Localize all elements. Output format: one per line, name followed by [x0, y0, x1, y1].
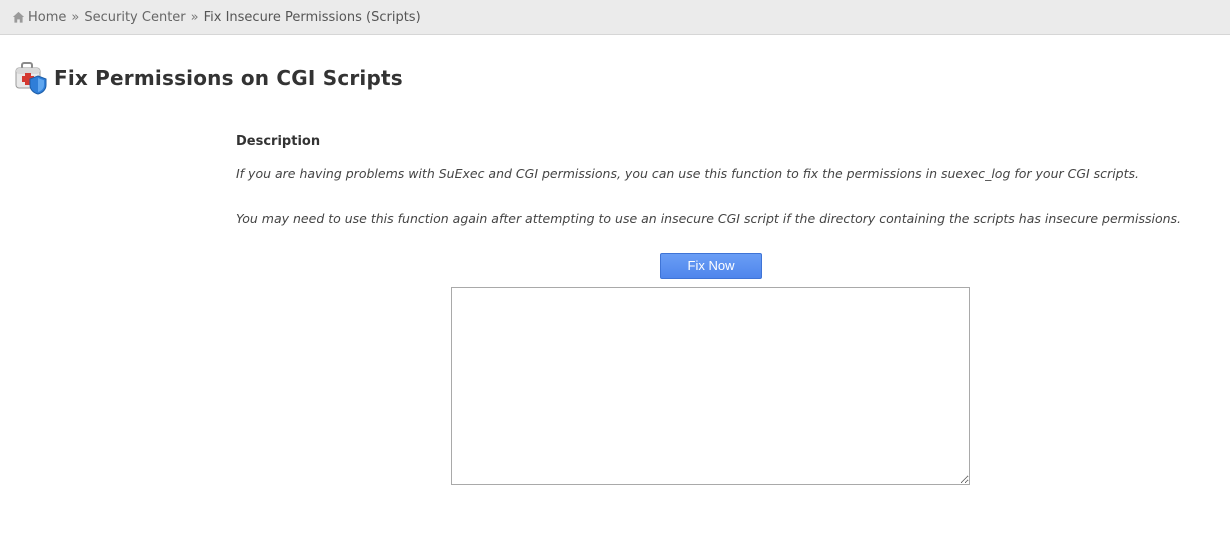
description-paragraph: You may need to use this function again … [236, 211, 1182, 226]
breadcrumb-security-center-link[interactable]: Security Center [84, 10, 185, 25]
description-heading: Description [236, 134, 321, 149]
description-section: Description If you are having problems w… [236, 134, 1216, 226]
breadcrumb-home-label[interactable]: Home [28, 10, 66, 25]
description-paragraph: If you are having problems with SuExec a… [236, 166, 1139, 181]
fix-now-button[interactable]: Fix Now [660, 253, 762, 279]
breadcrumb-separator: » [190, 9, 199, 25]
page-title: Fix Permissions on CGI Scripts [54, 66, 403, 90]
first-aid-kit-shield-icon [15, 62, 47, 95]
breadcrumb-home-link[interactable]: Home [12, 10, 66, 25]
breadcrumb-current-page: Fix Insecure Permissions (Scripts) [203, 9, 421, 25]
breadcrumb: Home » Security Center » Fix Insecure Pe… [0, 0, 1230, 35]
home-icon [12, 11, 25, 23]
output-textarea[interactable] [451, 287, 970, 485]
breadcrumb-separator: » [71, 9, 80, 25]
page-header: Fix Permissions on CGI Scripts [14, 61, 403, 95]
